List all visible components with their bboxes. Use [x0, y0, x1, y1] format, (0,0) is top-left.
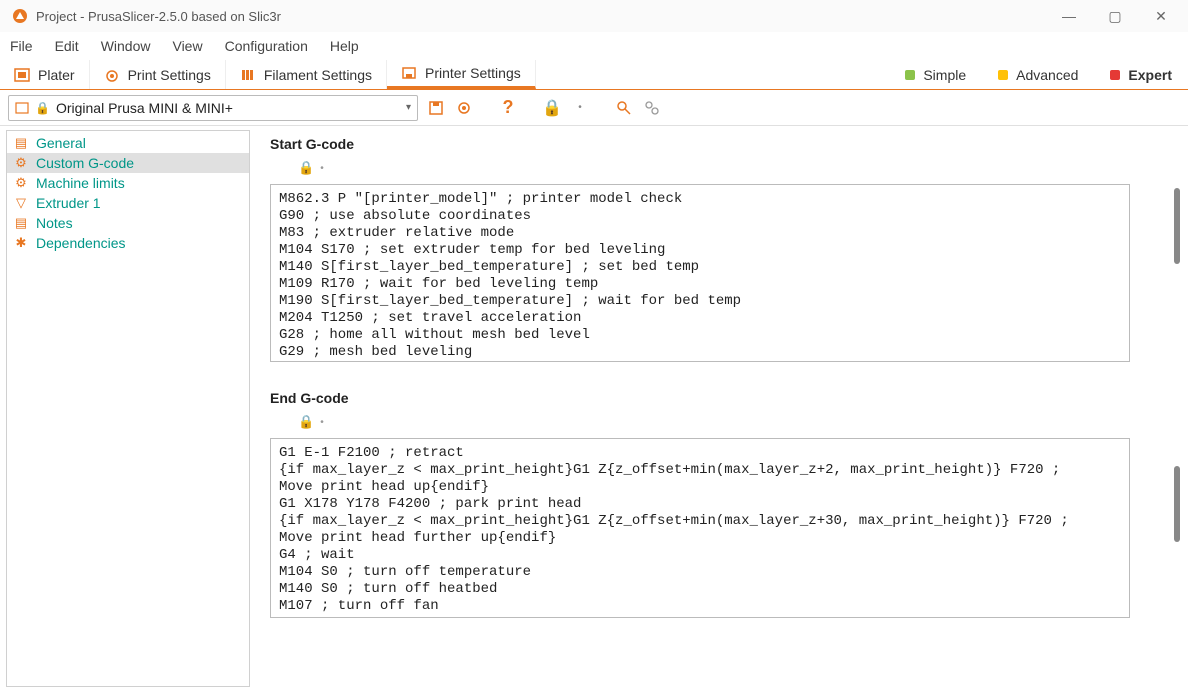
- tab-label: Printer Settings: [425, 65, 521, 81]
- sidebar-item-extruder[interactable]: ▽ Extruder 1: [7, 193, 249, 213]
- compare-icon[interactable]: [642, 98, 662, 118]
- settings-sidebar: ▤ General ⚙ Custom G-code ⚙ Machine limi…: [6, 130, 250, 687]
- menu-edit[interactable]: Edit: [55, 38, 79, 54]
- lock-icon: 🔒: [298, 160, 314, 176]
- main-panel: Start G-code 🔒• M862.3 P "[printer_model…: [250, 126, 1188, 687]
- mode-label: Simple: [923, 67, 966, 83]
- mode-simple[interactable]: Simple: [889, 67, 982, 83]
- printer-icon: [15, 102, 29, 114]
- dot-icon: [1110, 70, 1120, 80]
- dot-icon: [905, 70, 915, 80]
- menu-view[interactable]: View: [172, 38, 202, 54]
- start-gcode-title: Start G-code: [270, 136, 1160, 152]
- preset-name: Original Prusa MINI & MINI+: [56, 100, 400, 116]
- mode-label: Expert: [1128, 67, 1172, 83]
- tab-print-settings[interactable]: Print Settings: [90, 60, 226, 89]
- mode-label: Advanced: [1016, 67, 1078, 83]
- bullet-icon[interactable]: •: [570, 98, 590, 118]
- chevron-down-icon: ▾: [406, 102, 411, 113]
- lock-icon: 🔒: [298, 414, 314, 430]
- sidebar-item-machine-limits[interactable]: ⚙ Machine limits: [7, 173, 249, 193]
- help-icon[interactable]: ?: [498, 98, 518, 118]
- menu-file[interactable]: File: [10, 38, 33, 54]
- funnel-icon: ▽: [13, 195, 29, 211]
- plater-icon: [14, 68, 30, 82]
- menubar: File Edit Window View Configuration Help: [0, 32, 1188, 60]
- content: ▤ General ⚙ Custom G-code ⚙ Machine limi…: [0, 126, 1188, 687]
- lock-icon: 🔒: [35, 101, 50, 115]
- list-icon: ▤: [13, 135, 29, 151]
- sidebar-item-notes[interactable]: ▤ Notes: [7, 213, 249, 233]
- menu-window[interactable]: Window: [101, 38, 151, 54]
- end-gcode-lock[interactable]: 🔒•: [298, 414, 1160, 430]
- bullet-icon: •: [320, 163, 324, 174]
- sidebar-label: Dependencies: [36, 235, 126, 251]
- minimize-button[interactable]: —: [1046, 0, 1092, 32]
- tabbar: Plater Print Settings Filament Settings …: [0, 60, 1188, 90]
- tab-plater[interactable]: Plater: [0, 60, 90, 89]
- printer-icon: [401, 66, 417, 80]
- notes-icon: ▤: [13, 215, 29, 231]
- window-title: Project - PrusaSlicer-2.5.0 based on Sli…: [36, 9, 281, 24]
- menu-help[interactable]: Help: [330, 38, 359, 54]
- dot-icon: [998, 70, 1008, 80]
- tab-filament-settings[interactable]: Filament Settings: [226, 60, 387, 89]
- sidebar-label: Custom G-code: [36, 155, 134, 171]
- mode-expert[interactable]: Expert: [1094, 67, 1188, 83]
- sidebar-item-custom-gcode[interactable]: ⚙ Custom G-code: [7, 153, 249, 173]
- tab-printer-settings[interactable]: Printer Settings: [387, 60, 536, 89]
- end-gcode-title: End G-code: [270, 390, 1160, 406]
- mode-advanced[interactable]: Advanced: [982, 67, 1094, 83]
- filament-icon: [240, 68, 256, 82]
- sidebar-label: Extruder 1: [36, 195, 101, 211]
- gear-icon: [104, 68, 120, 82]
- sidebar-label: Notes: [36, 215, 73, 231]
- start-gcode-lock[interactable]: 🔒•: [298, 160, 1160, 176]
- app-icon: [12, 8, 28, 24]
- menu-configuration[interactable]: Configuration: [225, 38, 308, 54]
- sidebar-label: Machine limits: [36, 175, 125, 191]
- sidebar-label: General: [36, 135, 86, 151]
- sidebar-item-general[interactable]: ▤ General: [7, 133, 249, 153]
- start-gcode-input[interactable]: M862.3 P "[printer_model]" ; printer mod…: [270, 184, 1130, 362]
- maximize-button[interactable]: ▢: [1092, 0, 1138, 32]
- close-button[interactable]: ✕: [1138, 0, 1184, 32]
- window-controls: — ▢ ✕: [1046, 0, 1184, 32]
- gear-icon: ⚙: [13, 155, 29, 171]
- end-gcode-input[interactable]: G1 E-1 F2100 ; retract {if max_layer_z <…: [270, 438, 1130, 618]
- mode-selector: Simple Advanced Expert: [889, 60, 1188, 89]
- toolbar: 🔒 Original Prusa MINI & MINI+ ▾ ? 🔒 •: [0, 90, 1188, 126]
- tab-label: Plater: [38, 67, 75, 83]
- scrollbar[interactable]: [1174, 188, 1180, 264]
- gear-icon[interactable]: [454, 98, 474, 118]
- titlebar: Project - PrusaSlicer-2.5.0 based on Sli…: [0, 0, 1188, 32]
- scrollbar[interactable]: [1174, 466, 1180, 542]
- lock-icon[interactable]: 🔒: [542, 98, 562, 118]
- tab-label: Filament Settings: [264, 67, 372, 83]
- preset-dropdown[interactable]: 🔒 Original Prusa MINI & MINI+ ▾: [8, 95, 418, 121]
- save-icon[interactable]: [426, 98, 446, 118]
- gear-icon: ⚙: [13, 175, 29, 191]
- tab-label: Print Settings: [128, 67, 211, 83]
- sidebar-item-dependencies[interactable]: ✱ Dependencies: [7, 233, 249, 253]
- bullet-icon: •: [320, 417, 324, 428]
- search-icon[interactable]: [614, 98, 634, 118]
- deps-icon: ✱: [13, 235, 29, 251]
